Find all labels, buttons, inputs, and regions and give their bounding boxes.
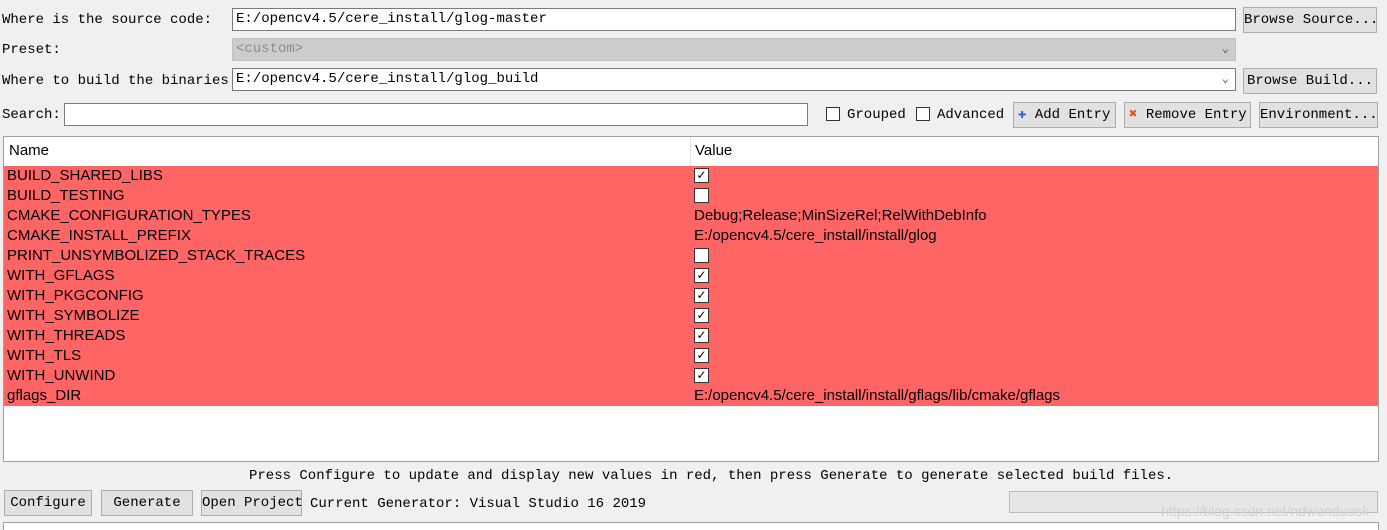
configure-button[interactable]: Configure	[4, 490, 92, 516]
search-input[interactable]	[64, 103, 808, 126]
grouped-checkbox[interactable]	[826, 107, 840, 121]
advanced-label: Advanced	[937, 107, 1005, 123]
open-project-button[interactable]: Open Project	[201, 490, 303, 516]
table-row[interactable]: WITH_PKGCONFIG ✓	[4, 286, 1378, 306]
unchecked-checkbox[interactable]	[694, 188, 709, 203]
entry-name: WITH_SYMBOLIZE	[7, 307, 140, 324]
entry-name: WITH_UNWIND	[7, 367, 116, 384]
remove-entry-button[interactable]: ✖ Remove Entry	[1124, 102, 1251, 128]
search-label: Search:	[2, 107, 61, 123]
entry-name: PRINT_UNSYMBOLIZED_STACK_TRACES	[7, 247, 306, 264]
preset-select: <custom> ⌄	[232, 38, 1236, 61]
add-entry-label: Add Entry	[1034, 107, 1111, 123]
plus-icon: ✚	[1018, 107, 1027, 123]
unchecked-checkbox[interactable]	[694, 248, 709, 263]
table-row[interactable]: PRINT_UNSYMBOLIZED_STACK_TRACES	[4, 246, 1378, 266]
checked-checkbox[interactable]: ✓	[694, 168, 709, 183]
entry-value[interactable]: E:/opencv4.5/cere_install/install/gflags…	[694, 386, 1060, 406]
hint-text: Press Configure to update and display ne…	[249, 468, 1174, 484]
preset-label: Preset:	[2, 42, 61, 58]
table-row[interactable]: WITH_GFLAGS ✓	[4, 266, 1378, 286]
source-path-input[interactable]: E:/opencv4.5/cere_install/glog-master	[232, 8, 1236, 31]
entry-name: gflags_DIR	[7, 387, 82, 404]
entry-name: WITH_GFLAGS	[7, 267, 115, 284]
advanced-checkbox[interactable]	[916, 107, 930, 121]
table-row[interactable]: WITH_SYMBOLIZE ✓	[4, 306, 1378, 326]
watermark: https://blog.csdn.net/ndwonduosk	[1161, 503, 1369, 519]
entry-value[interactable]: E:/opencv4.5/cere_install/install/glog	[694, 226, 937, 246]
build-label: Where to build the binaries:	[2, 73, 238, 89]
build-path-value: E:/opencv4.5/cere_install/glog_build	[236, 71, 539, 87]
checked-checkbox[interactable]: ✓	[694, 348, 709, 363]
source-label: Where is the source code:	[2, 12, 213, 28]
grouped-label: Grouped	[847, 107, 906, 123]
entry-value[interactable]: Debug;Release;MinSizeRel;RelWithDebInfo	[694, 206, 987, 226]
entry-name: CMAKE_CONFIGURATION_TYPES	[7, 207, 251, 224]
cache-table[interactable]: Name Value BUILD_SHARED_LIBS ✓ BUILD_TESTI…	[3, 136, 1379, 462]
table-row[interactable]: BUILD_TESTING	[4, 186, 1378, 206]
table-row[interactable]: WITH_UNWIND ✓	[4, 366, 1378, 386]
browse-build-button[interactable]: Browse Build...	[1243, 68, 1377, 94]
table-header: Name Value	[4, 137, 1378, 167]
entry-name: WITH_THREADS	[7, 327, 126, 344]
table-row[interactable]: gflags_DIR E:/opencv4.5/cere_install/inst…	[4, 386, 1378, 406]
checked-checkbox[interactable]: ✓	[694, 288, 709, 303]
column-header-value[interactable]: Value	[695, 142, 732, 159]
browse-source-button[interactable]: Browse Source...	[1243, 7, 1378, 33]
entry-name: BUILD_TESTING	[7, 187, 125, 204]
column-header-name[interactable]: Name	[9, 142, 49, 159]
remove-icon: ✖	[1129, 107, 1138, 123]
column-divider[interactable]	[690, 137, 691, 166]
entry-name: BUILD_SHARED_LIBS	[7, 167, 163, 184]
table-row[interactable]: WITH_TLS ✓	[4, 346, 1378, 366]
generate-button[interactable]: Generate	[101, 490, 193, 516]
entry-name: WITH_TLS	[7, 347, 82, 364]
checked-checkbox[interactable]: ✓	[694, 268, 709, 283]
entry-name: CMAKE_INSTALL_PREFIX	[7, 227, 191, 244]
entry-name: WITH_PKGCONFIG	[7, 287, 144, 304]
chevron-down-icon: ⌄	[1221, 42, 1229, 56]
table-row[interactable]: WITH_THREADS ✓	[4, 326, 1378, 346]
preset-value: <custom>	[236, 41, 304, 57]
environment-button[interactable]: Environment...	[1259, 102, 1378, 128]
current-generator-text: Current Generator: Visual Studio 16 2019	[310, 496, 647, 512]
remove-entry-label: Remove Entry	[1145, 107, 1247, 123]
output-panel[interactable]	[3, 522, 1379, 530]
chevron-down-icon[interactable]: ⌄	[1222, 69, 1229, 90]
table-body: BUILD_SHARED_LIBS ✓ BUILD_TESTING CMAKE_CON…	[4, 166, 1378, 406]
table-row[interactable]: BUILD_SHARED_LIBS ✓	[4, 166, 1378, 186]
checked-checkbox[interactable]: ✓	[694, 368, 709, 383]
checked-checkbox[interactable]: ✓	[694, 328, 709, 343]
table-row[interactable]: CMAKE_CONFIGURATION_TYPES Debug;Release;M…	[4, 206, 1378, 226]
build-path-combobox[interactable]: E:/opencv4.5/cere_install/glog_build ⌄	[232, 68, 1236, 91]
add-entry-button[interactable]: ✚ Add Entry	[1013, 102, 1116, 128]
checked-checkbox[interactable]: ✓	[694, 308, 709, 323]
table-row[interactable]: CMAKE_INSTALL_PREFIX E:/opencv4.5/cere_in…	[4, 226, 1378, 246]
